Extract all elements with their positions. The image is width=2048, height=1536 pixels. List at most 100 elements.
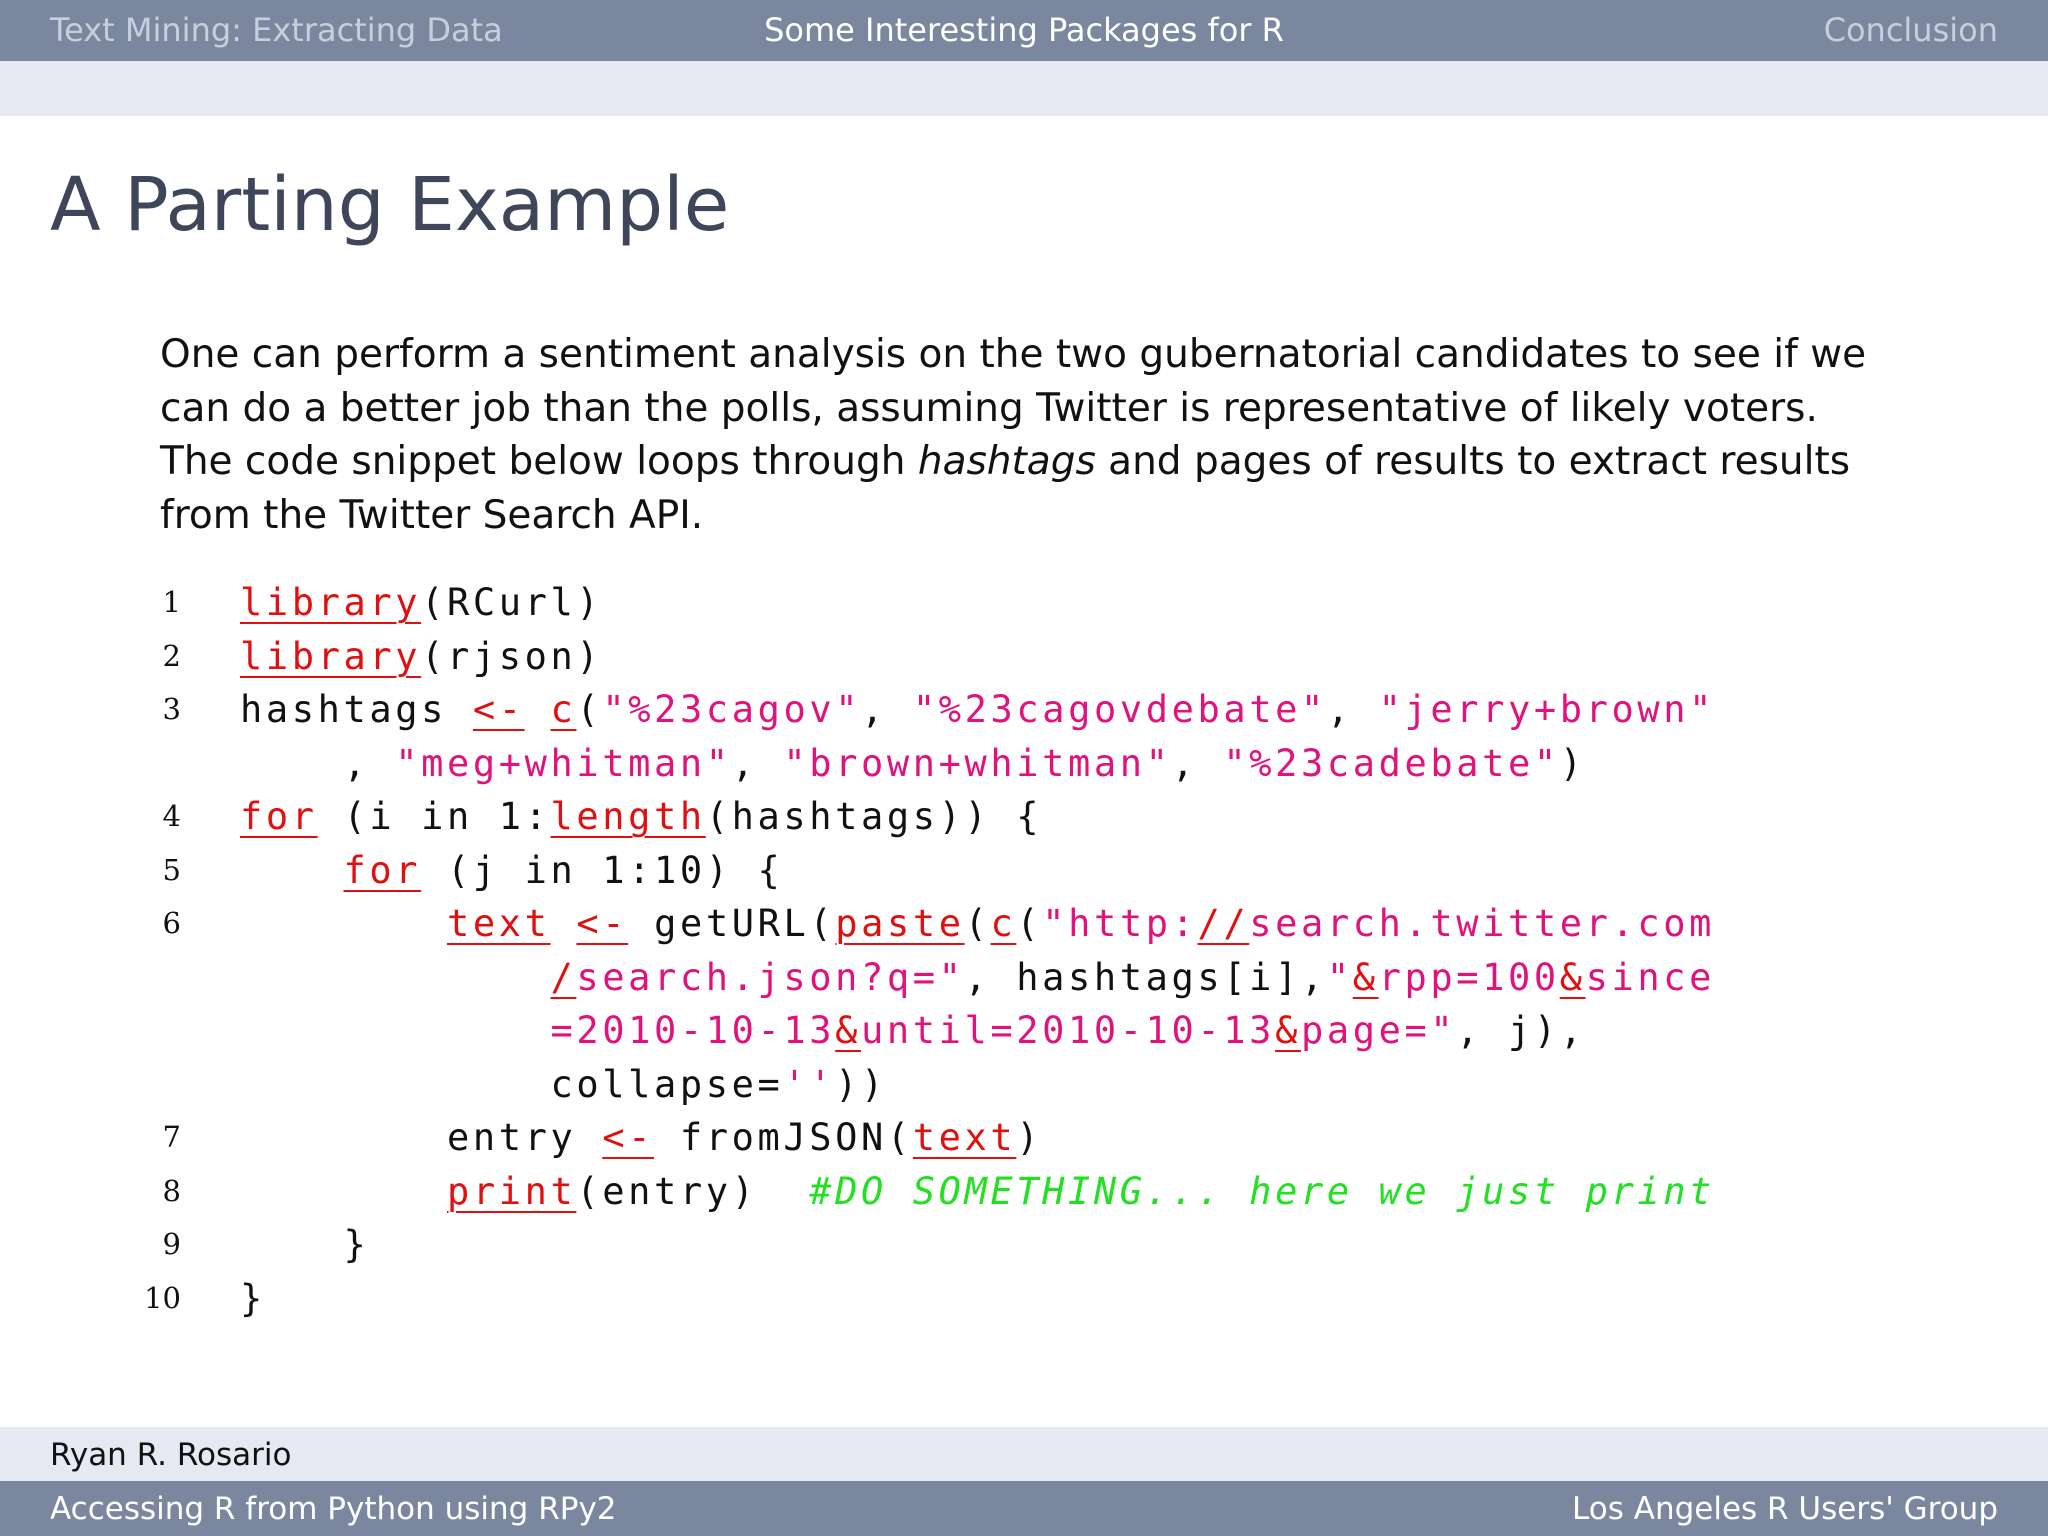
footer-author: Ryan R. Rosario [50, 1437, 292, 1473]
nav-section-conclusion[interactable]: Conclusion [1824, 10, 1998, 50]
code-string: "%23cagov" [602, 688, 862, 731]
code-token: } [240, 1276, 266, 1320]
code-line: 1 library(RCurl) [0, 576, 2048, 630]
code-line: 9 } [0, 1218, 2048, 1272]
code-token: , hashtags[i], [964, 955, 1327, 999]
line-number: 5 [162, 852, 181, 887]
code-text: for (i in 1:length(hashtags)) { [240, 790, 1042, 844]
code-text: for (j in 1:10) { [240, 844, 783, 898]
code-token: (entry) [576, 1169, 810, 1213]
code-line: 4 for (i in 1:length(hashtags)) { [0, 790, 2048, 844]
code-token: ( [964, 902, 991, 945]
code-string: page=" [1300, 1009, 1457, 1052]
code-keyword: length [550, 795, 706, 838]
paragraph-emphasis: hashtags [917, 439, 1096, 484]
code-string: rpp=100 [1378, 955, 1560, 999]
code-text: entry <- fromJSON(text) [240, 1111, 1042, 1165]
code-line: 2 library(rjson) [0, 630, 2048, 684]
footer-talk-title: Accessing R from Python using RPy2 [50, 1491, 617, 1527]
code-line: 6 text <- getURL(paste(c("http://search.… [0, 897, 2048, 951]
code-keyword: for [343, 848, 422, 892]
code-token: (i in 1: [317, 795, 551, 838]
code-text: , "meg+whitman", "brown+whitman", "%23ca… [240, 737, 1586, 791]
code-line: 3 hashtags <- c("%23cagov", "%23cagovdeba… [0, 683, 2048, 737]
code-string: "%23cagovdebate" [912, 688, 1327, 731]
code-line: 8 print(entry) #DO SOMETHING... here we … [0, 1165, 2048, 1219]
code-keyword: library [240, 634, 422, 678]
code-text: /search.json?q=", hashtags[i],"&rpp=100&… [240, 951, 1715, 1005]
code-token: getURL( [628, 902, 836, 945]
code-keyword: & [1559, 955, 1586, 999]
line-number: 10 [144, 1280, 181, 1315]
code-text: } [240, 1218, 369, 1272]
code-token: hashtags [240, 688, 473, 731]
code-keyword: // [1197, 902, 1250, 945]
code-token: collapse= [240, 1062, 784, 1106]
code-keyword: & [835, 1009, 862, 1052]
code-keyword: paste [835, 902, 965, 945]
code-token: (rjson) [421, 634, 603, 678]
code-keyword: c [550, 688, 577, 731]
code-string: "http: [1042, 902, 1198, 945]
code-token: , [861, 688, 913, 731]
code-text: text <- getURL(paste(c("http://search.tw… [240, 897, 1715, 951]
code-string: search.json?q=" [576, 955, 965, 999]
code-line-continuation: , "meg+whitman", "brown+whitman", "%23ca… [0, 737, 2048, 791]
code-token: (j in 1:10) { [421, 848, 784, 892]
code-string: search.twitter.com [1249, 902, 1716, 945]
line-number: 8 [162, 1173, 181, 1208]
code-text: hashtags <- c("%23cagov", "%23cagovdebat… [240, 683, 1715, 737]
code-line: 5 for (j in 1:10) { [0, 844, 2048, 898]
code-keyword: <- [472, 688, 525, 731]
slide-paragraph: One can perform a sentiment analysis on … [160, 328, 1900, 542]
code-text: =2010-10-13&until=2010-10-13&page=", j), [240, 1004, 1586, 1058]
code-string: =2010-10-13 [550, 1009, 836, 1052]
line-number: 6 [162, 906, 181, 940]
code-token: } [240, 1223, 370, 1266]
line-number: 2 [162, 638, 181, 673]
line-number: 7 [162, 1120, 181, 1154]
code-text: library(RCurl) [240, 576, 602, 630]
line-number: 9 [162, 1227, 181, 1261]
code-keyword: text [912, 1116, 1017, 1159]
line-number: 3 [162, 692, 181, 726]
code-token: , [1326, 688, 1379, 731]
code-keyword: / [550, 955, 577, 999]
code-token: entry [240, 1116, 603, 1159]
code-string: '' [783, 1062, 836, 1106]
header-navigation-bar: Text Mining: Extracting Data Some Intere… [0, 0, 2048, 61]
code-keyword: library [240, 581, 422, 624]
code-string: since [1585, 955, 1716, 999]
code-comment: #DO SOMETHING... here we just print [809, 1169, 1715, 1213]
code-token: fromJSON( [654, 1116, 913, 1159]
slide-title: A Parting Example [50, 162, 730, 248]
code-token: )) [835, 1062, 887, 1106]
line-number: 4 [162, 799, 181, 833]
code-string: "jerry+brown" [1378, 688, 1716, 731]
code-keyword: text [447, 902, 551, 945]
nav-section-interesting-packages[interactable]: Some Interesting Packages for R [0, 10, 2048, 50]
code-token: , [240, 741, 396, 785]
code-line: 10} [0, 1272, 2048, 1326]
code-line: 7 entry <- fromJSON(text) [0, 1111, 2048, 1165]
code-string: "brown+whitman" [783, 741, 1172, 785]
code-keyword: <- [576, 902, 629, 945]
code-token: , j), [1456, 1009, 1586, 1052]
code-token: , [731, 741, 784, 785]
code-token: ) [1016, 1116, 1043, 1159]
code-keyword: & [1352, 955, 1379, 999]
code-keyword: & [1275, 1009, 1301, 1052]
code-string: " [1326, 955, 1353, 999]
footer-venue: Los Angeles R Users' Group [1572, 1491, 1998, 1527]
code-line-continuation: collapse='')) [0, 1058, 2048, 1112]
code-token: ( [1016, 902, 1043, 945]
code-text: } [240, 1272, 266, 1326]
code-listing: 1 library(RCurl) 2 library(rjson) 3 hashtag… [0, 576, 2048, 1325]
